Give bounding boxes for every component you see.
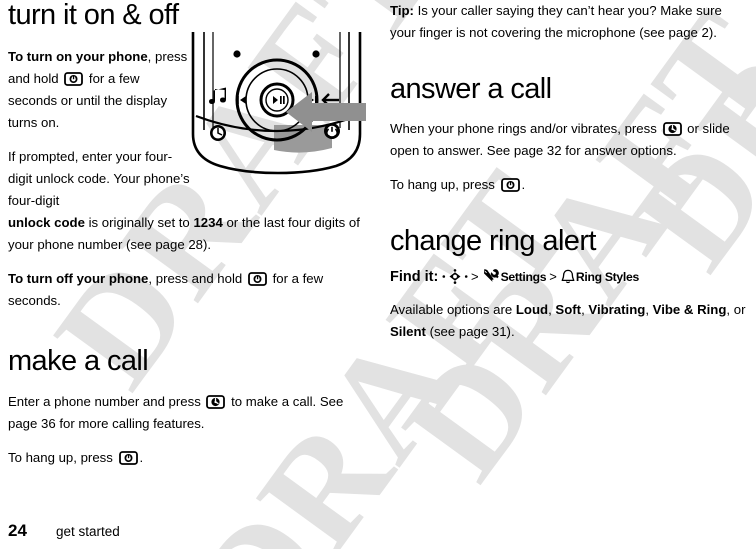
settings-tools-icon [482,268,501,284]
paragraph-unlock-code-line1: If prompted, enter your four-digit unloc… [8,146,190,212]
paragraph-unlock-code-rest: unlock code is originally set to 1234 or… [8,212,368,256]
section-heading-make-a-call: make a call [8,345,149,378]
unlock-bold-2: 1234 [193,215,223,231]
ring-sep-3: , [645,301,653,317]
hangup-right-part-2: . [521,177,526,193]
unlock-part-2: is originally set to [84,215,194,231]
hangup-part-2: . [139,449,144,465]
answer-part-1: When your phone rings and/or vibrates, p… [390,121,661,137]
find-it-separator-2: > [549,268,557,284]
paragraph-answer-a-call: When your phone rings and/or vibrates, p… [390,118,750,162]
section-heading-answer-a-call: answer a call [390,73,552,105]
call-key-icon [662,122,682,137]
ring-option-soft: Soft [555,301,582,317]
chapter-name: get started [56,524,120,539]
ring-option-loud: Loud [515,301,549,317]
hangup-part-1: To hang up, press [8,449,117,465]
paragraph-turn-off-phone: To turn off your phone, press and hold f… [8,268,368,312]
unlock-bold-1: unlock code [8,215,85,231]
tip-label: Tip: [390,3,414,18]
find-it-ring-styles-label: Ring Styles [575,269,639,284]
paragraph-make-a-call: Enter a phone number and press to make a… [8,391,368,435]
power-key-icon [500,178,520,193]
paragraph-ring-options: Available options are Loud, Soft, Vibrat… [390,299,750,343]
ring-option-vibe-and-ring: Vibe & Ring [652,301,727,317]
unlock-part-1: If prompted, enter your four-digit unloc… [8,149,190,209]
center-select-key-icon [442,268,468,284]
call-key-icon [206,394,226,409]
paragraph-hang-up-left: To hang up, press . [8,447,368,469]
cycle-key [210,125,226,141]
make-call-part-1: Enter a phone number and press [8,393,205,409]
find-it-settings-label: Settings [500,269,547,284]
callout-arrow [286,88,366,141]
page-number: 24 [8,521,27,540]
power-key-icon [64,72,84,87]
manual-page: turn it on & off To turn on your phone, … [0,0,756,549]
paragraph-turn-on-phone: To turn on your phone, press and hold fo… [8,46,190,134]
find-it-label: Find it: [390,268,439,285]
find-it-separator-1: > [471,268,479,284]
hangup-right-part-1: To hang up, press [390,177,499,193]
paragraph-hang-up-right: To hang up, press . [390,174,750,196]
ring-option-silent: Silent [390,323,426,339]
page-footer: 24 get started [8,521,120,541]
section-heading-turn-on-off: turn it on & off [8,0,179,31]
power-key-icon [118,450,138,465]
tip-text: Is your caller saying they can’t hear yo… [390,3,722,40]
turn-on-lead: To turn on your phone [8,49,148,65]
power-key-icon [248,272,267,287]
music-note-key [209,87,226,104]
ring-sep-4: , or [726,301,746,317]
ring-options-part-2: (see page 31). [425,323,515,339]
right-column: Tip: Is your caller saying they can’t he… [390,0,750,343]
ring-styles-bell-icon [560,269,576,284]
tip-paragraph: Tip: Is your caller saying they can’t he… [390,0,750,44]
ring-option-vibrating: Vibrating [588,301,646,317]
turn-off-lead: To turn off your phone [8,271,149,287]
find-it-path: Find it: > Settings > Ring Styles [390,267,750,287]
section-heading-change-ring-alert: change ring alert [390,225,596,258]
turn-off-text-1: , press and hold [148,271,246,287]
ring-options-part-1: Available options are [390,301,516,317]
